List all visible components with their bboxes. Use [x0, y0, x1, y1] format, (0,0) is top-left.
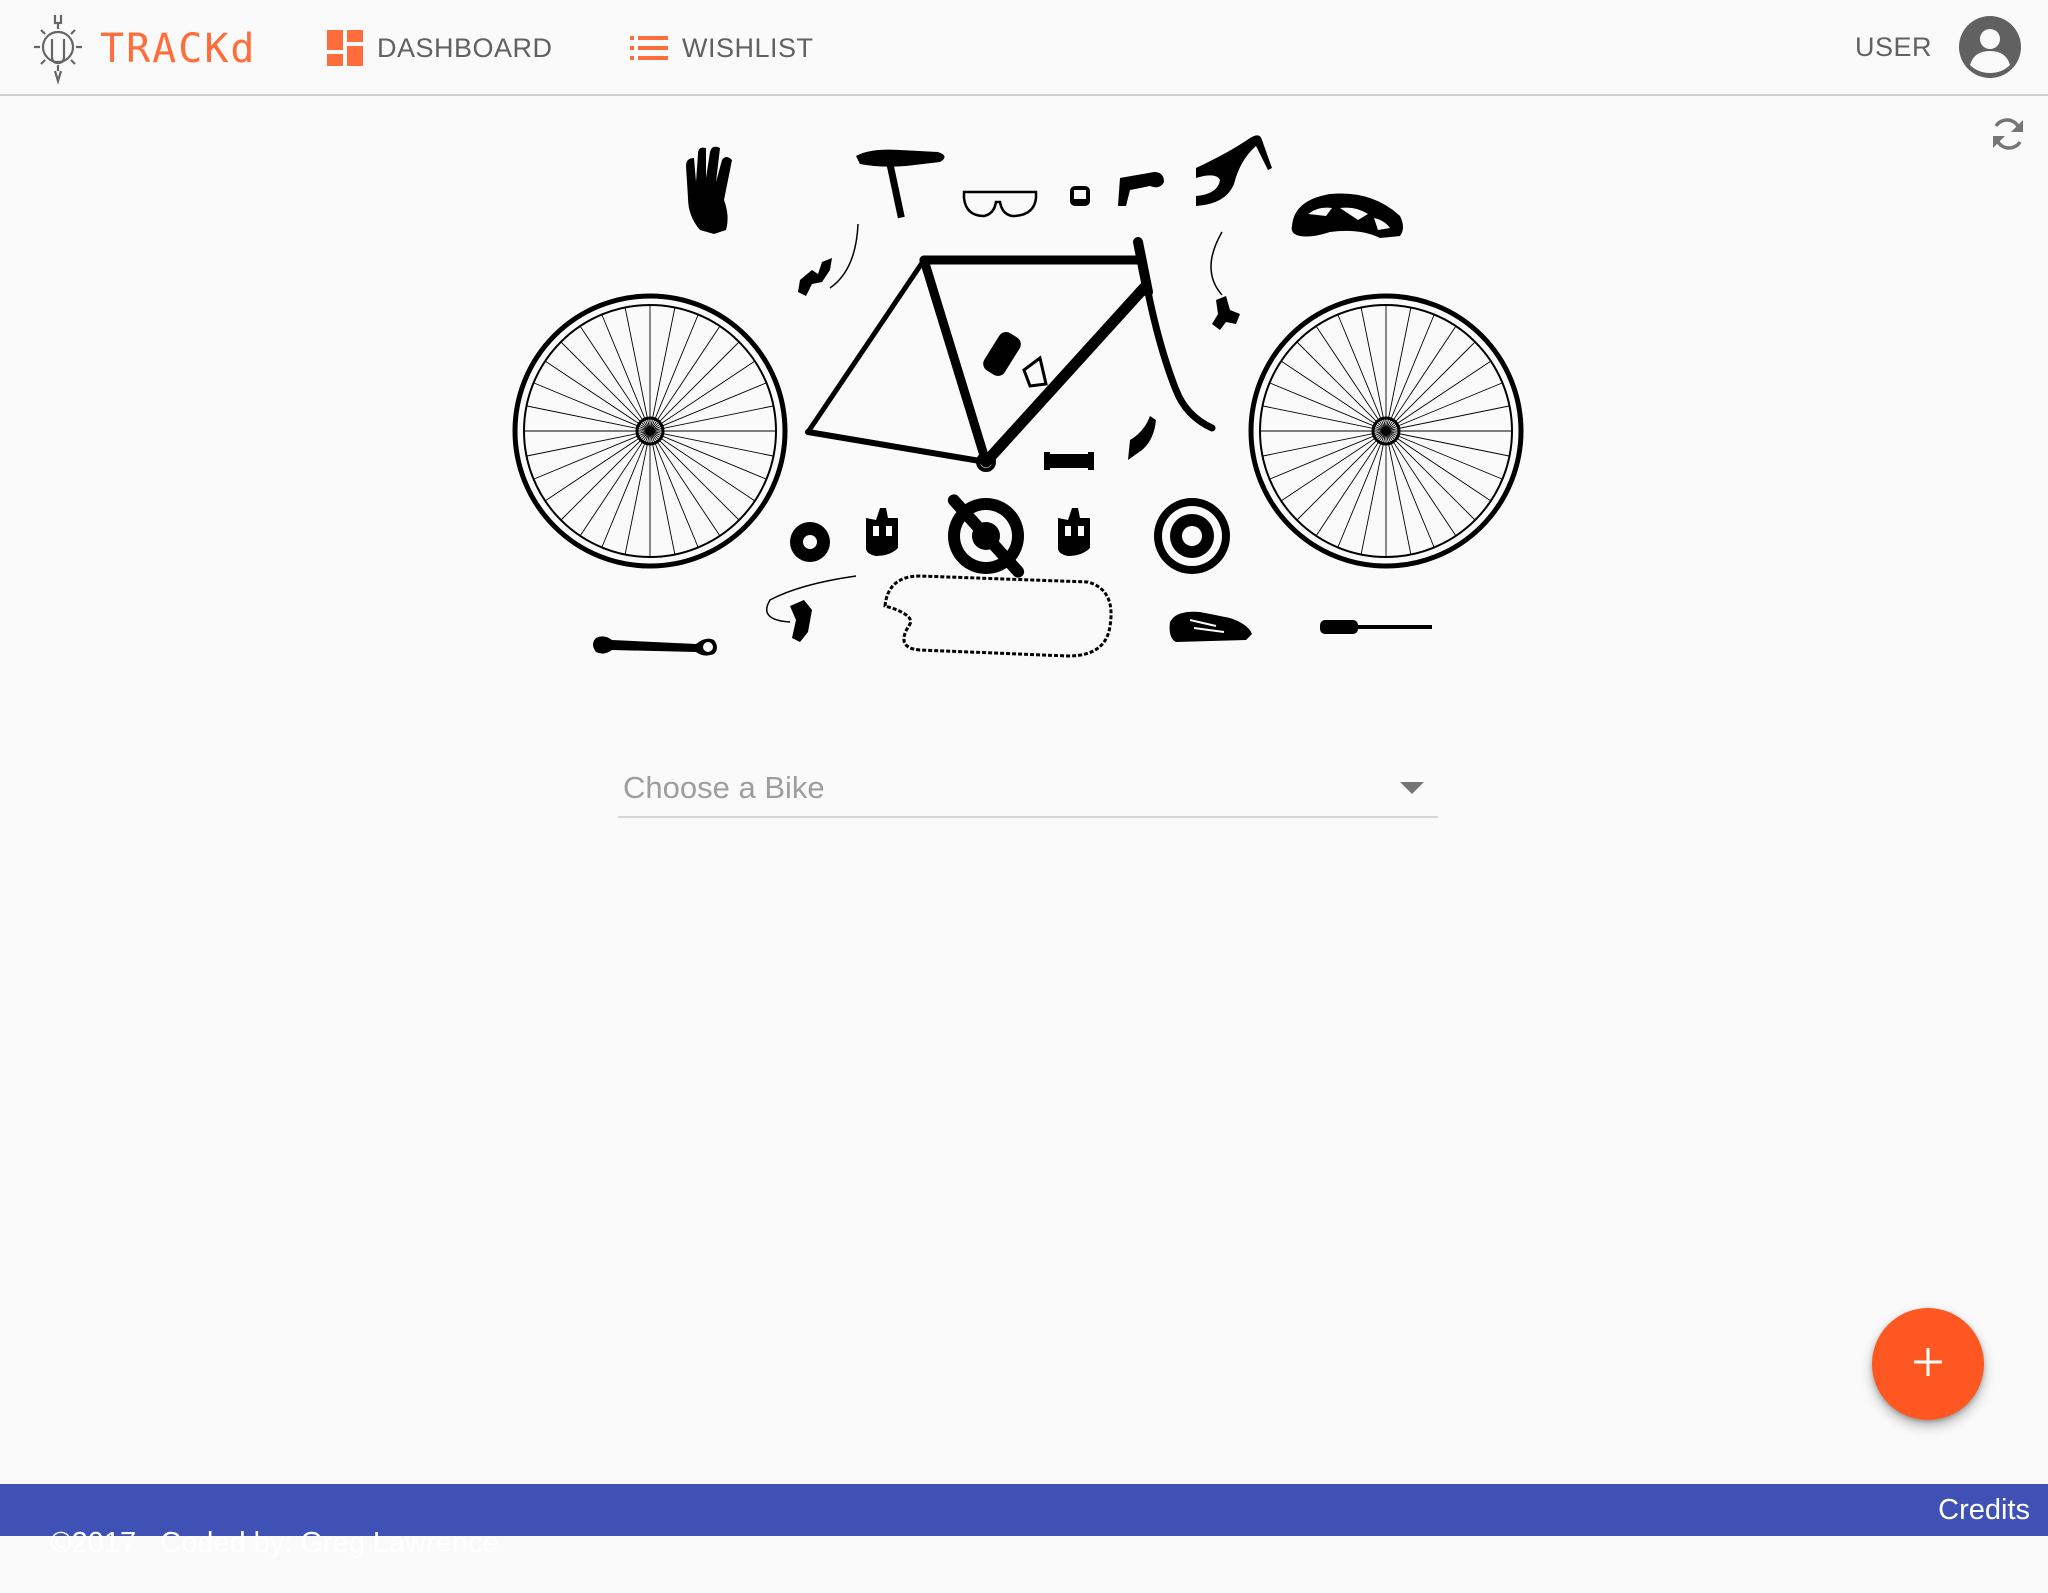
front-wheel	[1248, 293, 1524, 569]
nav-dashboard-label: DASHBOARD	[377, 32, 553, 63]
dropdown-arrow-icon	[1400, 782, 1424, 794]
bike-select-placeholder: Choose a Bike	[623, 770, 825, 805]
app-name: TRACKd	[100, 26, 257, 72]
author-credit: Coded by: Greg Lawrence	[160, 1527, 499, 1559]
rear-wheel	[512, 293, 788, 569]
nav-wishlist[interactable]: WISHLIST	[630, 28, 814, 68]
refresh-icon[interactable]	[1986, 112, 2030, 156]
app-logo[interactable]: TRACKd	[30, 12, 257, 86]
user-menu[interactable]: USER	[1855, 14, 2022, 80]
footer: ©2017 Coded by: Greg Lawrence Credits	[0, 1484, 2048, 1559]
bike-select[interactable]: Choose a Bike	[618, 760, 1438, 818]
gear-wrench-icon	[30, 13, 86, 85]
list-icon	[630, 34, 668, 62]
credits-link[interactable]: Credits	[1938, 1494, 2030, 1527]
account-circle-icon[interactable]	[1958, 15, 2022, 79]
plus-icon	[1913, 1347, 1943, 1382]
app-bar: TRACKd DASHBOARD WISHLIST USER	[0, 0, 2048, 96]
dashboard-icon	[327, 30, 363, 66]
copyright-text: ©2017	[50, 1527, 137, 1559]
add-bike-button[interactable]	[1872, 1308, 1984, 1420]
nav-dashboard[interactable]: DASHBOARD	[327, 28, 553, 68]
user-label: USER	[1854, 31, 1932, 62]
nav-wishlist-label: WISHLIST	[682, 32, 814, 63]
bicycle-parts-illustration	[500, 120, 1540, 720]
footer-info: ©2017 Coded by: Greg Lawrence	[18, 1494, 523, 1593]
